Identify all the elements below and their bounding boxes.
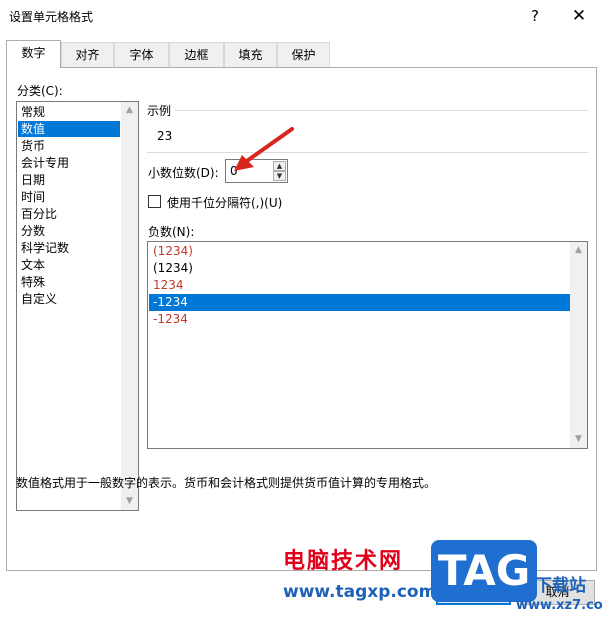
category-item-accounting[interactable]: 会计专用	[18, 155, 120, 171]
category-item-fraction[interactable]: 分数	[18, 223, 120, 239]
negative-item-minus-red[interactable]: -1234	[149, 311, 570, 328]
category-item-text[interactable]: 文本	[18, 257, 120, 273]
tab-border[interactable]: 边框	[169, 42, 224, 67]
category-item-time[interactable]: 时间	[18, 189, 120, 205]
watermark-site-name: 电脑技术网	[283, 549, 404, 574]
sample-legend: 示例	[147, 102, 176, 119]
category-item-number[interactable]: 数值	[18, 121, 120, 137]
sample-group	[147, 110, 588, 153]
category-item-date[interactable]: 日期	[18, 172, 120, 188]
watermark-url-secondary: www.xz7.com	[516, 598, 603, 613]
title-bar: 设置单元格格式 ? ✕	[0, 0, 603, 32]
negative-numbers-list[interactable]: (1234) (1234) 1234 -1234 -1234 ▲ ▼	[147, 241, 588, 449]
scroll-up-icon[interactable]: ▲	[121, 102, 138, 119]
category-item-scientific[interactable]: 科学记数	[18, 240, 120, 256]
negative-numbers-label: 负数(N):	[148, 225, 195, 239]
negative-item-plain-red[interactable]: 1234	[149, 277, 570, 294]
category-item-special[interactable]: 特殊	[18, 274, 120, 290]
help-button[interactable]: ?	[523, 4, 547, 28]
negative-scrollbar[interactable]: ▲ ▼	[570, 242, 587, 448]
negative-item-minus-black[interactable]: -1234	[149, 294, 570, 311]
watermark-side-text: 下载站	[535, 576, 586, 596]
scroll-down-icon[interactable]: ▼	[121, 493, 138, 510]
category-item-custom[interactable]: 自定义	[18, 291, 120, 307]
watermark-url: www.tagxp.com	[283, 582, 437, 602]
thousands-separator-checkbox[interactable]	[148, 195, 161, 208]
category-item-percentage[interactable]: 百分比	[18, 206, 120, 222]
number-panel: 分类(C): 常规 数值 货币 会计专用 日期 时间 百分比 分数 科学记数 文…	[6, 67, 597, 571]
tab-protection[interactable]: 保护	[277, 42, 330, 67]
close-button[interactable]: ✕	[567, 4, 591, 28]
category-list[interactable]: 常规 数值 货币 会计专用 日期 时间 百分比 分数 科学记数 文本 特殊 自定…	[16, 101, 139, 511]
thousands-separator-label[interactable]: 使用千位分隔符(,)(U)	[167, 194, 282, 211]
tab-number[interactable]: 数字	[6, 40, 61, 68]
window-title: 设置单元格格式	[9, 10, 94, 24]
tab-font[interactable]: 字体	[114, 42, 169, 67]
category-item-general[interactable]: 常规	[18, 104, 120, 120]
tab-alignment[interactable]: 对齐	[61, 42, 114, 67]
watermark-logo: TAG	[431, 540, 537, 602]
decimal-places-label: 小数位数(D):	[148, 166, 219, 180]
negative-item-paren-red[interactable]: (1234)	[149, 243, 570, 260]
annotation-arrow-icon	[234, 127, 294, 171]
category-item-currency[interactable]: 货币	[18, 138, 120, 154]
category-scrollbar[interactable]: ▲ ▼	[121, 102, 138, 510]
category-label: 分类(C):	[17, 84, 63, 98]
format-description: 数值格式用于一般数字的表示。货币和会计格式则提供货币值计算的专用格式。	[16, 476, 437, 490]
sample-value: 23	[157, 129, 173, 143]
scroll-up-icon[interactable]: ▲	[570, 242, 587, 259]
tab-fill[interactable]: 填充	[224, 42, 277, 67]
scroll-down-icon[interactable]: ▼	[570, 431, 587, 448]
negative-item-paren-black[interactable]: (1234)	[149, 260, 570, 277]
